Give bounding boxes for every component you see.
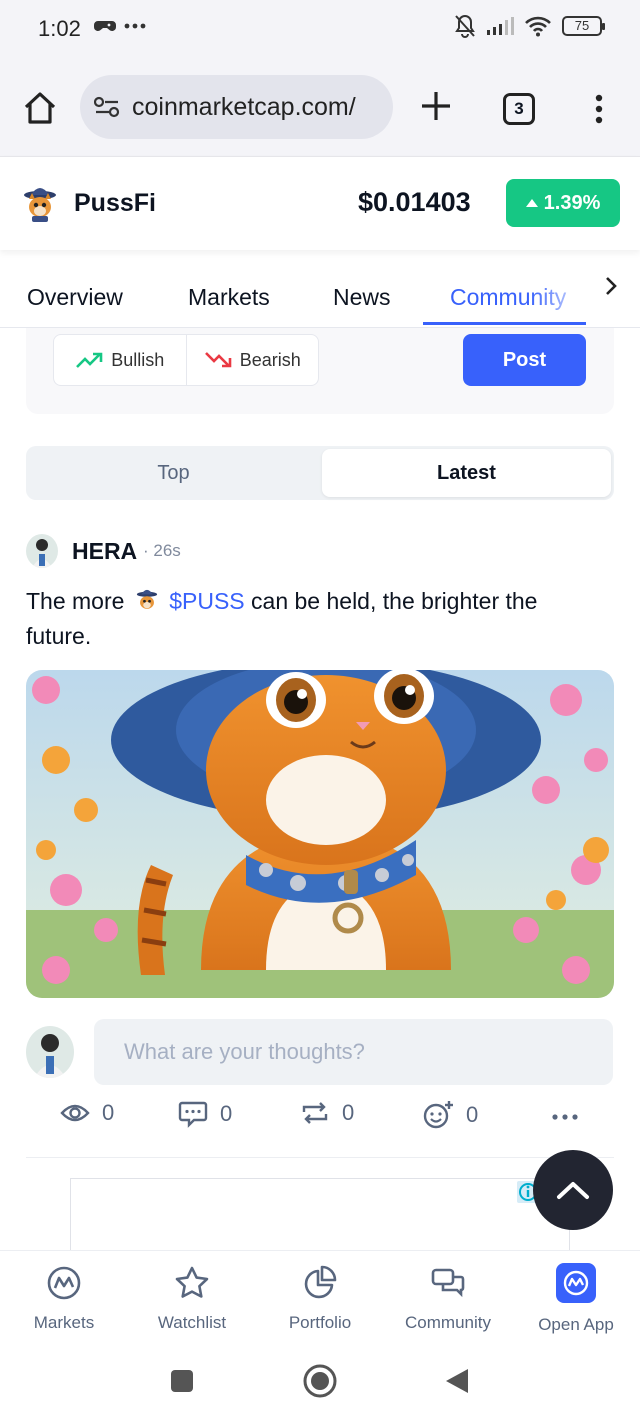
- coin-price: $0.01403: [358, 187, 471, 217]
- browser-toolbar: coinmarketcap.com/ 3: [0, 58, 640, 156]
- star-icon: [175, 1266, 209, 1298]
- tab-top[interactable]: Top: [29, 449, 318, 497]
- app-logo-icon: [556, 1263, 596, 1303]
- eye-icon: [60, 1104, 90, 1122]
- user-avatar: [26, 1026, 74, 1078]
- reactions-count: 0: [466, 1102, 479, 1127]
- site-settings-icon[interactable]: [94, 96, 120, 118]
- repost-icon: [302, 1102, 328, 1124]
- active-tab-indicator: [423, 322, 586, 325]
- chevron-right-icon[interactable]: [602, 275, 620, 297]
- more-options-icon[interactable]: [552, 1114, 578, 1120]
- back-icon[interactable]: [444, 1367, 470, 1395]
- home-button-icon[interactable]: [302, 1363, 338, 1399]
- react-button[interactable]: 0: [422, 1100, 478, 1130]
- tab-latest[interactable]: Latest: [322, 449, 611, 497]
- trend-up-icon: [76, 352, 103, 368]
- muted-bell-icon: [455, 14, 475, 38]
- feed-sort-toggle: Top Latest: [26, 446, 614, 500]
- sentiment-selector: Bullish Bearish: [53, 334, 319, 386]
- cmc-logo-icon: [47, 1266, 81, 1300]
- comment-input[interactable]: [94, 1019, 613, 1085]
- chevron-up-icon: [557, 1182, 589, 1199]
- system-navigation: [0, 1346, 640, 1422]
- avatar[interactable]: [26, 534, 58, 568]
- url-bar[interactable]: coinmarketcap.com/: [80, 75, 393, 139]
- post-timestamp: · 26s: [143, 541, 181, 560]
- compose-card: Bullish Bearish Post: [26, 328, 614, 414]
- post-image[interactable]: [26, 670, 614, 998]
- ad-banner[interactable]: [70, 1178, 570, 1250]
- post-text: The more $PUSS can be held, the brighter…: [26, 588, 538, 649]
- cashtag-link[interactable]: $PUSS: [169, 588, 244, 614]
- recents-icon[interactable]: [170, 1369, 194, 1393]
- pussfi-logo-icon: [136, 589, 157, 609]
- nav-community[interactable]: Community: [384, 1265, 512, 1333]
- post-author[interactable]: HERA: [72, 538, 137, 565]
- bullish-button[interactable]: Bullish: [54, 335, 186, 385]
- browser-menu-icon[interactable]: [592, 94, 606, 124]
- tab-markets[interactable]: Markets: [188, 284, 270, 311]
- status-time: 1:02: [38, 16, 81, 41]
- price-change-value: 1.39%: [543, 191, 601, 214]
- price-change-badge: 1.39%: [506, 179, 620, 227]
- repost-button[interactable]: 0: [300, 1100, 354, 1126]
- coin-header: PussFi $0.01403 1.39%: [0, 156, 640, 250]
- status-bar: 1:02 75: [0, 0, 640, 58]
- bottom-navigation: Markets Watchlist Portfolio Community Op…: [0, 1250, 640, 1346]
- nav-open-app[interactable]: Open App: [512, 1263, 640, 1335]
- tab-overview[interactable]: Overview: [27, 284, 123, 311]
- coin-tabs: Overview Markets News Community: [0, 250, 640, 328]
- comments-count: 0: [220, 1101, 233, 1126]
- signal-icon: [487, 17, 514, 35]
- pie-chart-icon: [304, 1265, 337, 1299]
- comment-icon: [178, 1101, 208, 1128]
- pussfi-logo-icon: [24, 188, 56, 222]
- nav-portfolio[interactable]: Portfolio: [256, 1265, 384, 1333]
- add-reaction-icon: [423, 1101, 453, 1129]
- bearish-label: Bearish: [239, 349, 301, 370]
- bullish-label: Bullish: [111, 349, 165, 370]
- battery-indicator: 75: [562, 16, 605, 36]
- chat-bubbles-icon: [431, 1268, 465, 1298]
- nav-watchlist[interactable]: Watchlist: [128, 1265, 256, 1333]
- home-icon[interactable]: [22, 90, 58, 126]
- url-text[interactable]: coinmarketcap.com/: [132, 93, 356, 122]
- comments-button[interactable]: 0: [178, 1100, 232, 1128]
- post-button[interactable]: Post: [463, 334, 586, 386]
- views-count: 0: [102, 1100, 115, 1125]
- more-notifications-icon: [124, 23, 146, 29]
- tab-switcher-button[interactable]: 3: [503, 93, 535, 125]
- caret-up-icon: [525, 199, 538, 207]
- community-post: HERA · 26s The more $PUSS can be held, t…: [26, 508, 614, 1158]
- tab-news[interactable]: News: [333, 284, 391, 311]
- game-controller-icon: [94, 21, 116, 31]
- post-actions: 0 0 0 0: [26, 1100, 614, 1136]
- new-tab-icon[interactable]: [418, 88, 454, 124]
- wifi-icon: [525, 16, 551, 37]
- coin-name: PussFi: [74, 189, 156, 217]
- views-counter[interactable]: 0: [60, 1100, 114, 1126]
- trend-down-icon: [204, 352, 232, 368]
- reposts-count: 0: [342, 1100, 355, 1125]
- nav-markets[interactable]: Markets: [0, 1265, 128, 1333]
- scroll-to-top-button[interactable]: [533, 1150, 613, 1230]
- bearish-button[interactable]: Bearish: [185, 335, 319, 385]
